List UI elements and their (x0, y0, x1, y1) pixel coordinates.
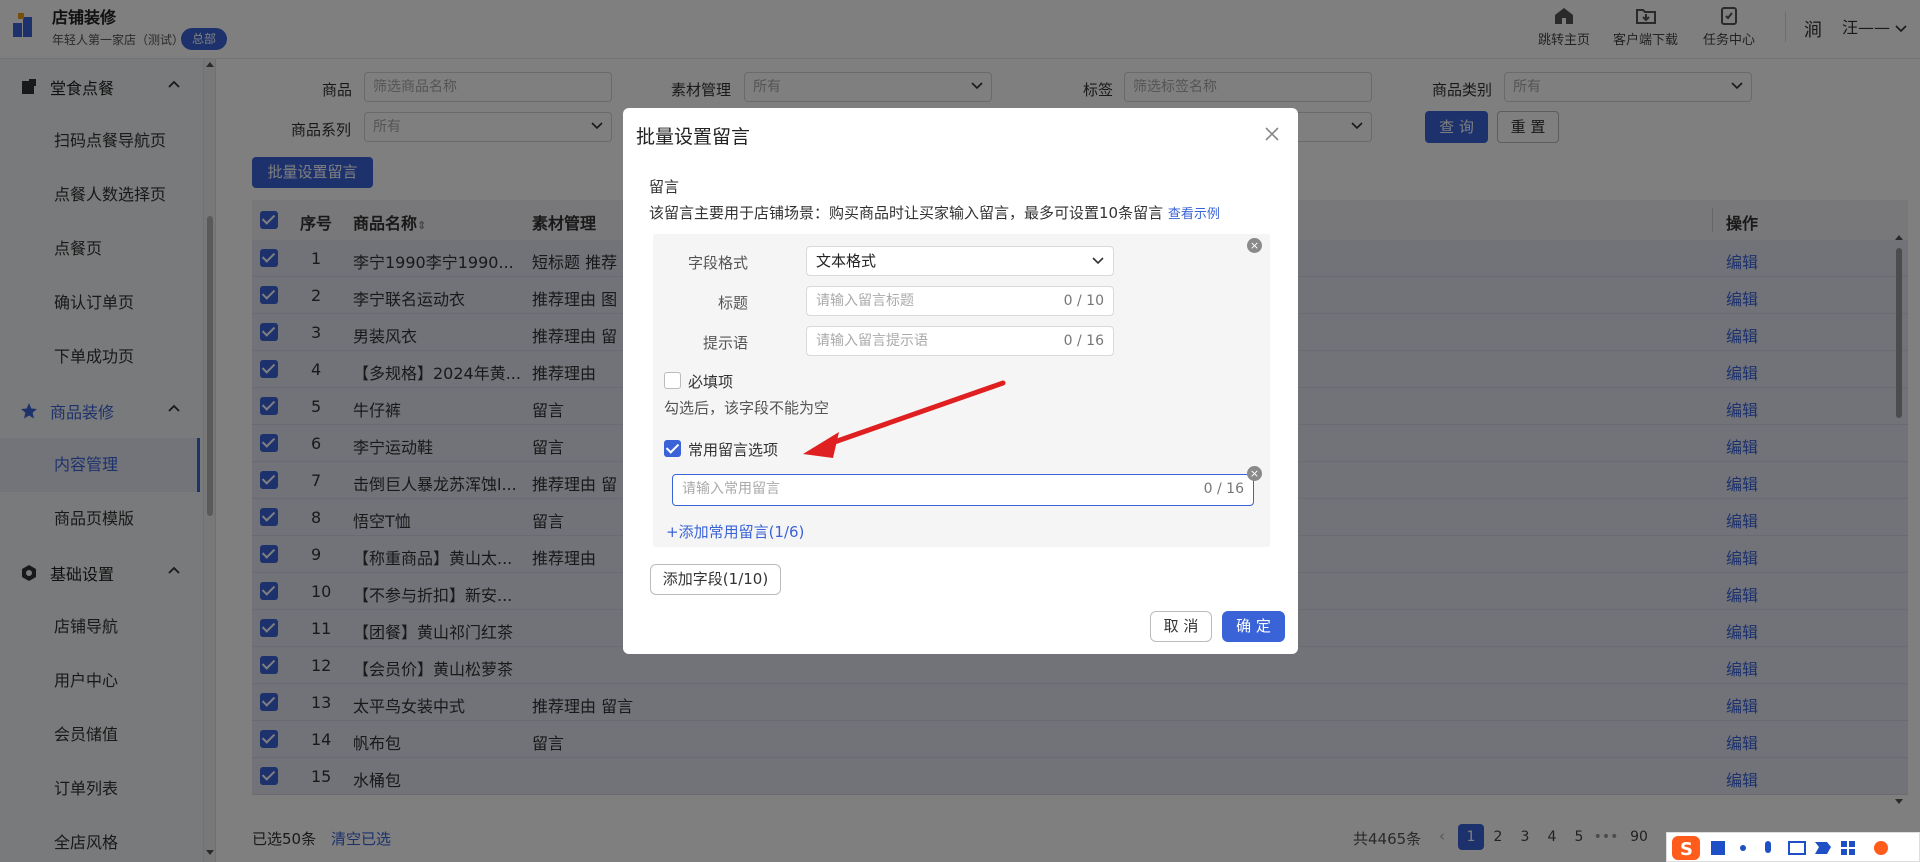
remove-field-icon[interactable]: × (1247, 238, 1262, 253)
common-message-input[interactable]: 请输入常用留言 0 / 16 (672, 474, 1254, 506)
confirm-button[interactable]: 确 定 (1222, 611, 1285, 642)
title-counter: 0 / 10 (1063, 293, 1104, 309)
common-message-checkbox[interactable] (664, 440, 681, 457)
required-checkbox[interactable] (664, 372, 681, 389)
title-placeholder: 请输入留言标题 (816, 293, 914, 309)
field-format-label: 字段格式 (687, 254, 748, 272)
annotation-arrow (803, 380, 1006, 458)
title-label: 标题 (717, 294, 748, 312)
batch-message-dialog: 批量设置留言 留言 该留言主要用于店铺场景：购买商品时让买家输入留言，最多可设置… (623, 108, 1298, 654)
common-message-label[interactable]: 常用留言选项 (688, 439, 778, 460)
field-format-select[interactable]: 文本格式 (806, 246, 1114, 276)
section-label: 留言 (649, 178, 680, 196)
section-desc-text: 该留言主要用于店铺场景：购买商品时让买家输入留言，最多可设置10条留言 (649, 204, 1164, 222)
svg-text:S: S (1680, 839, 1693, 860)
add-common-message-link[interactable]: +添加常用留言(1/6) (666, 521, 804, 542)
hint-counter: 0 / 16 (1063, 333, 1104, 349)
section-description: 该留言主要用于店铺场景：购买商品时让买家输入留言，最多可设置10条留言 查看示例 (649, 202, 1220, 223)
common-message-placeholder: 请输入常用留言 (682, 481, 780, 497)
title-input[interactable]: 请输入留言标题 0 / 10 (806, 286, 1114, 316)
cancel-button[interactable]: 取 消 (1150, 611, 1212, 642)
chevron-down-icon (1092, 257, 1104, 265)
sogou-logo-icon: S (1672, 836, 1700, 860)
common-message-counter: 0 / 16 (1203, 481, 1244, 497)
required-label[interactable]: 必填项 (688, 371, 733, 392)
ime-tools-icon (1711, 841, 1888, 855)
ime-toolbar[interactable]: S (1666, 832, 1920, 862)
hint-label: 提示语 (702, 334, 748, 352)
hint-input[interactable]: 请输入留言提示语 0 / 16 (806, 326, 1114, 356)
dialog-title: 批量设置留言 (636, 126, 751, 148)
hint-placeholder: 请输入留言提示语 (816, 333, 928, 349)
add-field-button[interactable]: 添加字段(1/10) (650, 564, 781, 595)
view-example-link[interactable]: 查看示例 (1168, 207, 1220, 222)
field-format-value: 文本格式 (816, 252, 877, 270)
remove-common-message-icon[interactable]: × (1247, 466, 1262, 481)
close-icon[interactable] (1264, 126, 1280, 142)
